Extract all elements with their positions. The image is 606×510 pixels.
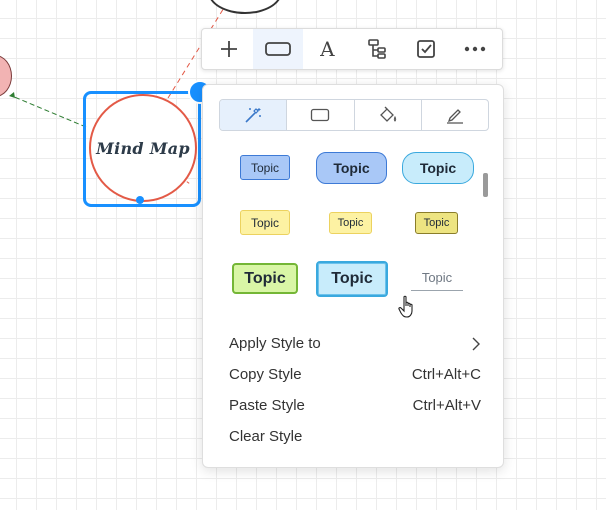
- task-button[interactable]: [401, 29, 450, 69]
- topic-style-7[interactable]: Topic: [232, 263, 298, 294]
- structure-button[interactable]: [352, 29, 401, 69]
- structure-tree-icon: [367, 39, 386, 59]
- topic-style-3[interactable]: Topic: [402, 152, 474, 184]
- tab-fill[interactable]: [355, 100, 422, 130]
- connector-arrowhead: [9, 92, 15, 98]
- menu-item-shortcut: Ctrl+Alt+C: [411, 366, 481, 383]
- menu-item-label: Copy Style: [229, 366, 302, 383]
- more-horizontal-icon: [465, 46, 486, 52]
- menu-item-label: Paste Style: [229, 397, 305, 414]
- tab-shape[interactable]: [287, 100, 355, 130]
- tab-style[interactable]: [220, 100, 288, 130]
- checkbox-icon: [417, 40, 435, 58]
- paint-bucket-icon: [379, 106, 396, 122]
- topic-style-5[interactable]: Topic: [329, 212, 372, 234]
- connector-left: [11, 95, 87, 128]
- menu-item-shortcut: Ctrl+Alt+V: [412, 397, 481, 414]
- style-menu: Apply Style to Copy Style Ctrl+Alt+C Pas…: [229, 328, 481, 452]
- topic-style-2[interactable]: Topic: [316, 152, 387, 184]
- selection-frame: [83, 91, 201, 207]
- menu-apply-style-to[interactable]: Apply Style to: [229, 328, 481, 359]
- rectangle-icon: [311, 108, 330, 122]
- topic-style-9[interactable]: Topic: [411, 265, 463, 291]
- topic-style-6[interactable]: Topic: [415, 212, 458, 234]
- menu-copy-style[interactable]: Copy Style Ctrl+Alt+C: [229, 359, 481, 390]
- chevron-right-icon: [472, 337, 480, 350]
- floating-toolbar: A: [201, 28, 503, 70]
- plus-icon: [220, 41, 237, 57]
- menu-item-label: Clear Style: [229, 428, 303, 445]
- pencil-icon: [446, 109, 463, 124]
- rectangle-icon: [265, 42, 291, 56]
- style-scrollbar[interactable]: [483, 173, 488, 197]
- text-button[interactable]: A: [303, 29, 352, 69]
- menu-item-label: Apply Style to: [229, 335, 321, 352]
- more-button[interactable]: [451, 29, 500, 69]
- tab-border[interactable]: [422, 100, 488, 130]
- font-icon: A: [320, 37, 335, 61]
- shape-button[interactable]: [253, 29, 303, 69]
- topic-style-4[interactable]: Topic: [240, 210, 290, 235]
- menu-clear-style[interactable]: Clear Style: [229, 421, 481, 452]
- magic-wand-icon: [245, 108, 262, 123]
- menu-paste-style[interactable]: Paste Style Ctrl+Alt+V: [229, 390, 481, 421]
- topic-style-8[interactable]: Topic: [316, 261, 388, 297]
- topic-style-1[interactable]: Topic: [240, 155, 290, 180]
- style-tabs: [219, 99, 489, 131]
- add-button[interactable]: [204, 29, 253, 69]
- style-panel: Topic Topic Topic Topic Topic Topic Topi…: [202, 84, 504, 468]
- hand-cursor-icon: [398, 295, 413, 318]
- connection-point[interactable]: [136, 196, 144, 204]
